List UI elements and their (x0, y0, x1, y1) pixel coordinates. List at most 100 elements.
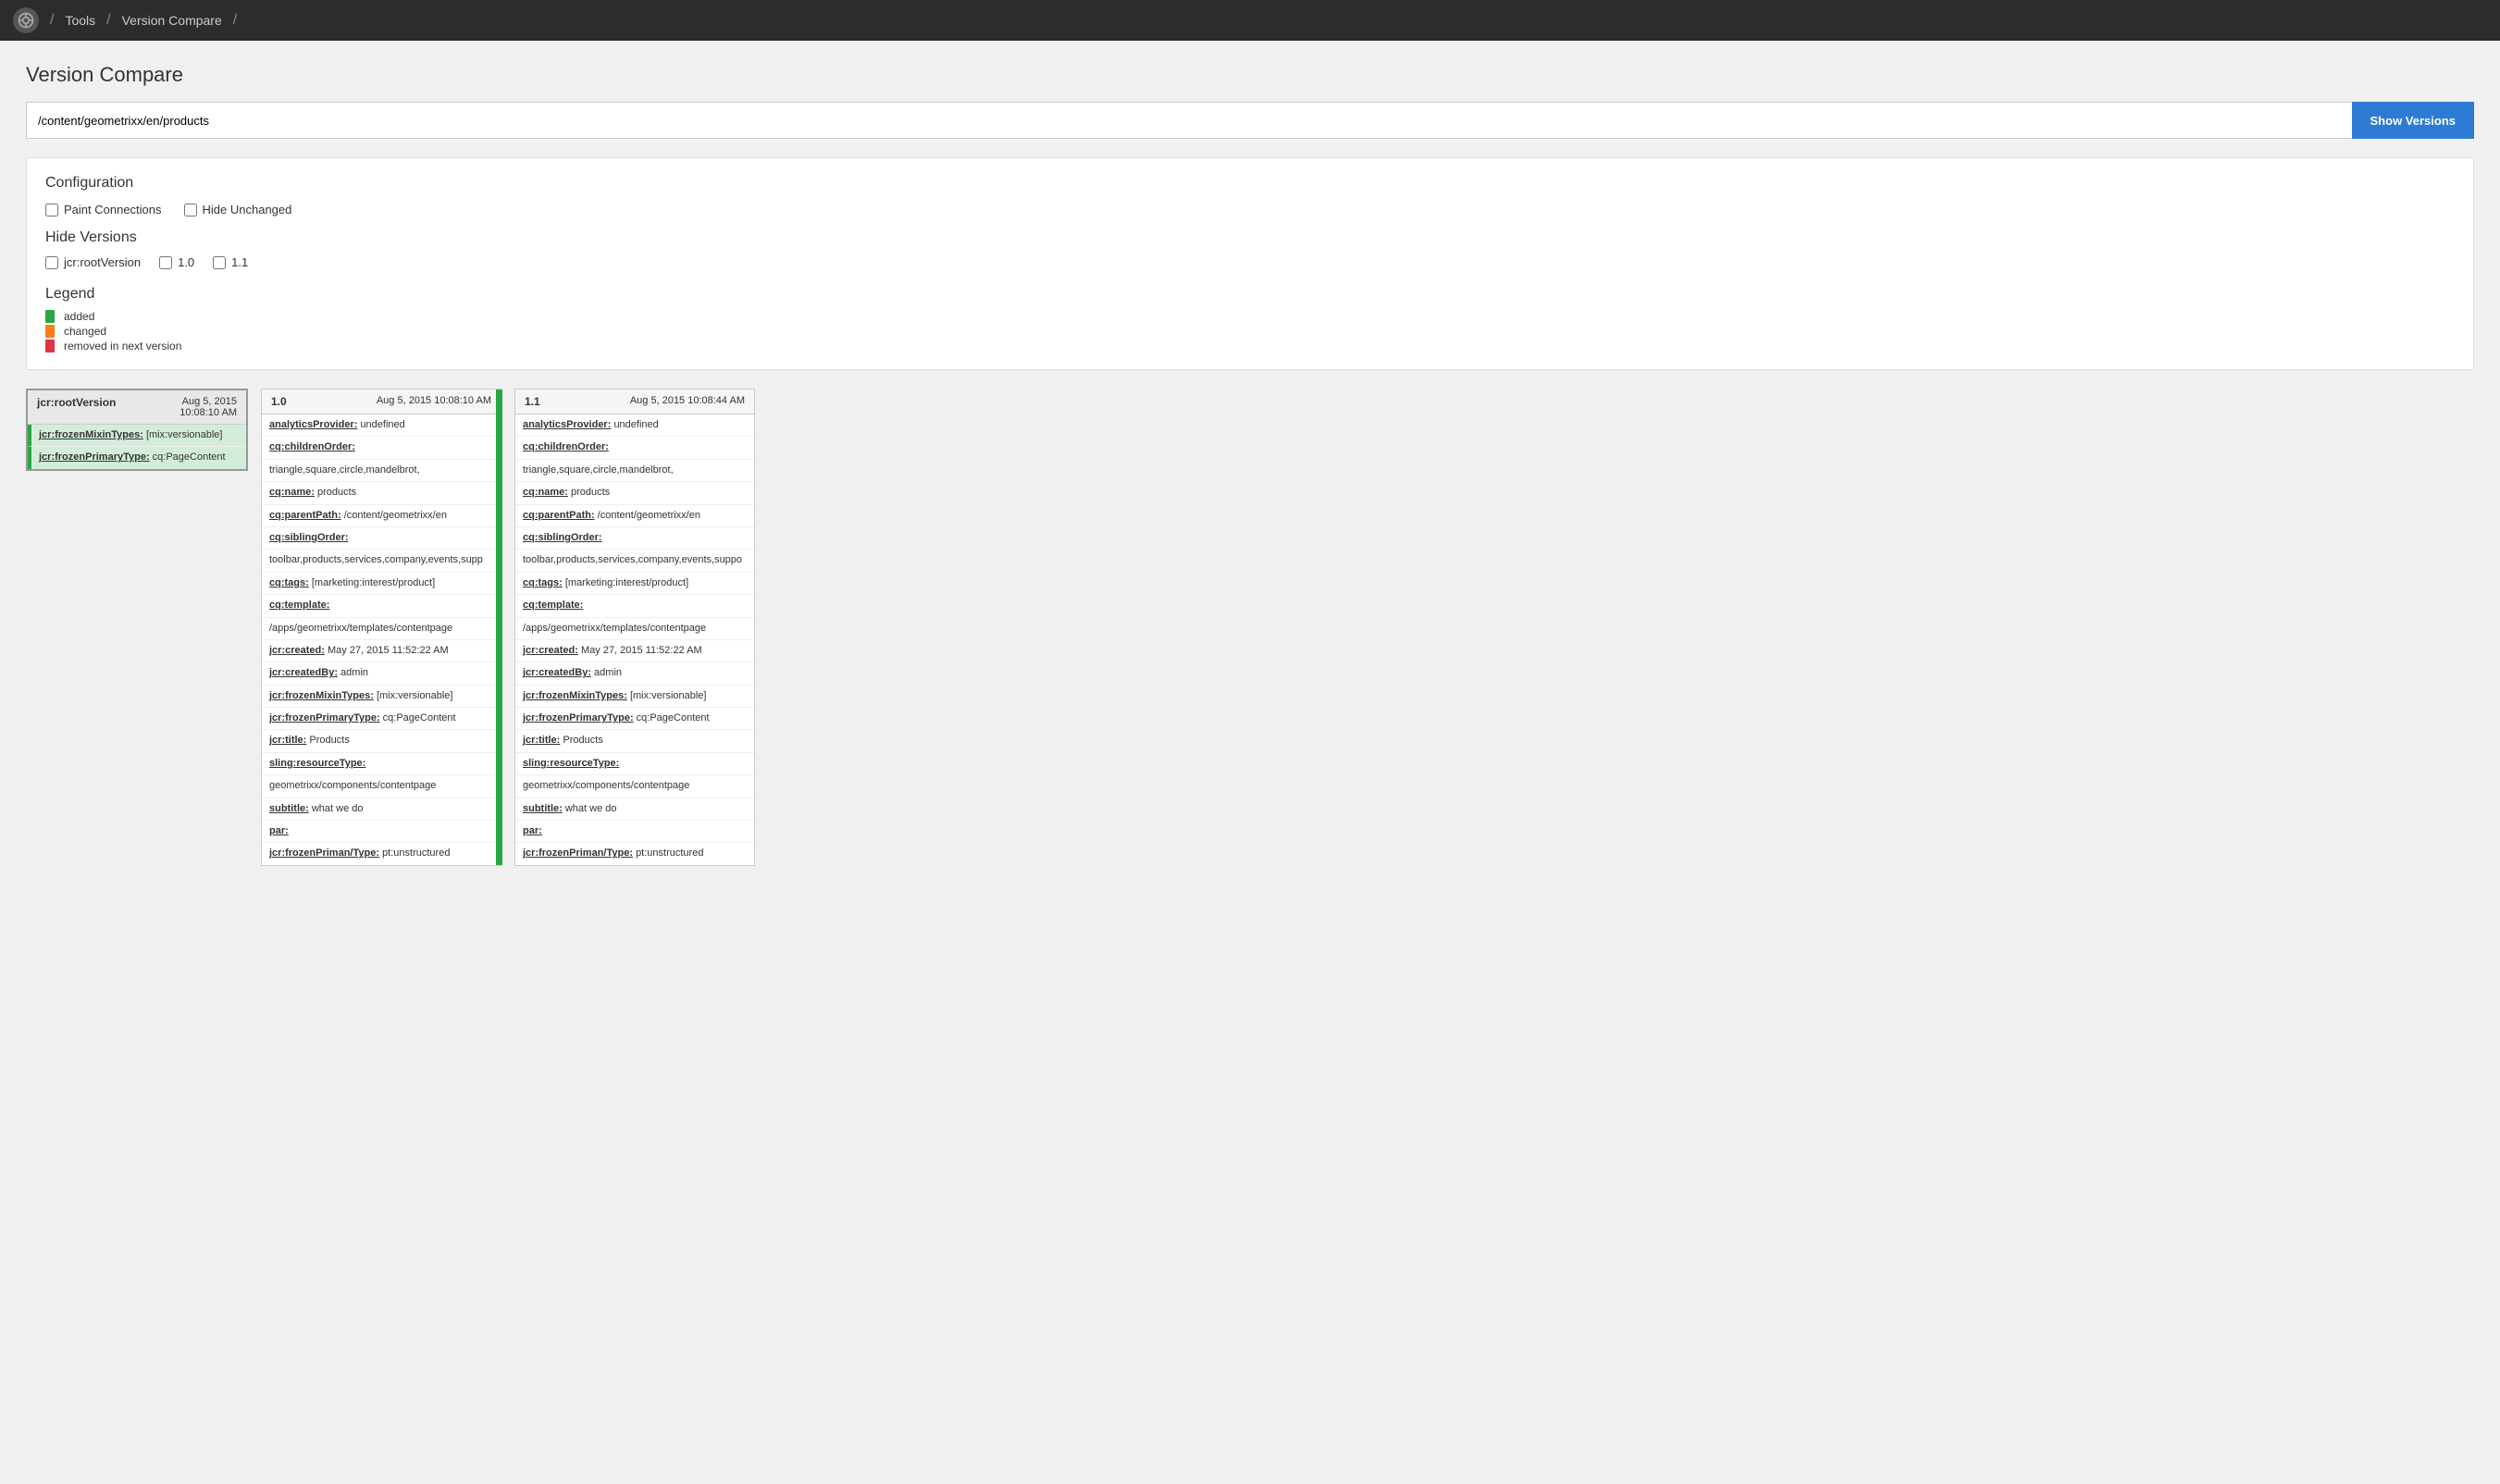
paint-connections-checkbox[interactable] (45, 204, 58, 216)
hide-versions-title: Hide Versions (45, 229, 2455, 246)
root-prop-key-2: jcr:frozenPrimaryType: (39, 451, 150, 463)
paint-connections-label[interactable]: Paint Connections (45, 203, 162, 216)
nav-tools-link[interactable]: Tools (65, 13, 95, 28)
root-card-header-date: Aug 5, 201510:08:10 AM (179, 396, 237, 418)
v11-row-tags: cq:tags: [marketing:interest/product] (515, 573, 754, 595)
root-prop-key-1: jcr:frozenMixinTypes: (39, 429, 143, 440)
show-versions-button[interactable]: Show Versions (2352, 102, 2474, 139)
v10-row-template-val: /apps/geometrixx/templates/contentpage (262, 618, 501, 640)
app-logo[interactable] (13, 7, 39, 33)
legend-removed-color (45, 340, 55, 352)
v11-row-analytics: analyticsProvider: undefined (515, 414, 754, 437)
v10-row-tags: cq:tags: [marketing:interest/product] (262, 573, 501, 595)
version-10-checkbox[interactable] (159, 256, 172, 269)
v10-row-siblingorder-val: toolbar,products,services,company,events… (262, 550, 501, 572)
cards-row: jcr:rootVersion Aug 5, 201510:08:10 AM j… (26, 389, 2474, 866)
legend-changed-label: changed (64, 325, 106, 338)
v11-row-subtitle: subtitle: what we do (515, 798, 754, 821)
hide-unchanged-checkbox[interactable] (184, 204, 197, 216)
version-11-card-body: analyticsProvider: undefined cq:children… (515, 414, 754, 865)
nav-page-link[interactable]: Version Compare (122, 13, 222, 28)
legend-title: Legend (45, 286, 2455, 303)
v10-row-frozen: jcr:frozenPriman/Type: pt:unstructured (262, 843, 501, 864)
config-checkboxes-row: Paint Connections Hide Unchanged (45, 203, 2455, 216)
version-11-checkbox[interactable] (213, 256, 226, 269)
root-prop-val-1: [mix:versionable] (146, 429, 223, 440)
page-title: Version Compare (26, 63, 2474, 87)
v10-row-primarytype: jcr:frozenPrimaryType: cq:PageContent (262, 708, 501, 730)
v10-row-resourcetype: sling:resourceType: (262, 753, 501, 775)
main-content: Version Compare Show Versions Configurat… (0, 41, 2500, 888)
nav-sep-3: / (233, 12, 237, 29)
root-card-header: jcr:rootVersion Aug 5, 201510:08:10 AM (28, 390, 246, 425)
v10-row-siblingorder: cq:siblingOrder: (262, 527, 501, 550)
v11-row-parentpath: cq:parentPath: /content/geometrixx/en (515, 505, 754, 527)
version-jcr-text: jcr:rootVersion (64, 255, 141, 269)
v11-row-template: cq:template: (515, 595, 754, 617)
version-11-text: 1.1 (231, 255, 248, 269)
root-card-header-label: jcr:rootVersion (37, 396, 116, 409)
v11-row-template-val: /apps/geometrixx/templates/contentpage (515, 618, 754, 640)
hide-unchanged-text: Hide Unchanged (203, 203, 292, 216)
v11-row-siblingorder: cq:siblingOrder: (515, 527, 754, 550)
v10-row-parentpath: cq:parentPath: /content/geometrixx/en (262, 505, 501, 527)
path-input[interactable] (26, 102, 2352, 139)
versions-checkboxes-row: jcr:rootVersion 1.0 1.1 (45, 255, 2455, 269)
version-11-label-header: 1.1 (525, 395, 540, 408)
v11-row-title: jcr:title: Products (515, 730, 754, 752)
version-10-date: Aug 5, 2015 10:08:10 AM (377, 395, 491, 406)
legend-removed-label: removed in next version (64, 340, 181, 352)
v10-row-created: jcr:created: May 27, 2015 11:52:22 AM (262, 640, 501, 662)
legend-changed: changed (45, 325, 2455, 338)
v11-row-created: jcr:created: May 27, 2015 11:52:22 AM (515, 640, 754, 662)
nav-sep-2: / (106, 12, 110, 29)
version-10-card: 1.0 Aug 5, 2015 10:08:10 AM analyticsPro… (261, 389, 501, 866)
hide-unchanged-label[interactable]: Hide Unchanged (184, 203, 292, 216)
v10-row-analytics: analyticsProvider: undefined (262, 414, 501, 437)
v11-row-siblingorder-val: toolbar,products,services,company,events… (515, 550, 754, 572)
v11-row-frozen: jcr:frozenPriman/Type: pt:unstructured (515, 843, 754, 864)
v10-row-childrenorder: cq:childrenOrder: (262, 437, 501, 459)
version-10-card-body: analyticsProvider: undefined cq:children… (262, 414, 501, 865)
v10-row-title: jcr:title: Products (262, 730, 501, 752)
version-11-date: Aug 5, 2015 10:08:44 AM (630, 395, 745, 406)
v10-row-mixintypes: jcr:frozenMixinTypes: [mix:versionable] (262, 686, 501, 708)
version-10-card-header: 1.0 Aug 5, 2015 10:08:10 AM (262, 390, 501, 414)
version-10-text: 1.0 (178, 255, 194, 269)
v10-row-template: cq:template: (262, 595, 501, 617)
v11-row-mixintypes: jcr:frozenMixinTypes: [mix:versionable] (515, 686, 754, 708)
root-row-2: jcr:frozenPrimaryType: cq:PageContent (28, 447, 246, 468)
version-11-card-header: 1.1 Aug 5, 2015 10:08:44 AM (515, 390, 754, 414)
v10-row-childrenorder-val: triangle,square,circle,mandelbrot, (262, 460, 501, 482)
paint-connections-text: Paint Connections (64, 203, 162, 216)
search-bar: Show Versions (26, 102, 2474, 139)
topnav: / Tools / Version Compare / (0, 0, 2500, 41)
version-jcr-label[interactable]: jcr:rootVersion (45, 255, 141, 269)
green-right-border (496, 390, 501, 865)
v11-row-childrenorder: cq:childrenOrder: (515, 437, 754, 459)
version-11-card: 1.1 Aug 5, 2015 10:08:44 AM analyticsPro… (514, 389, 755, 866)
config-title: Configuration (45, 175, 2455, 192)
config-panel: Configuration Paint Connections Hide Unc… (26, 157, 2474, 370)
root-version-card: jcr:rootVersion Aug 5, 201510:08:10 AM j… (26, 389, 248, 471)
v10-row-name: cq:name: products (262, 482, 501, 504)
v11-row-par: par: (515, 821, 754, 843)
nav-sep-1: / (50, 12, 54, 29)
v10-row-createdby: jcr:createdBy: admin (262, 662, 501, 685)
version-10-label-header: 1.0 (271, 395, 287, 408)
root-card-body: jcr:frozenMixinTypes: [mix:versionable] … (28, 425, 246, 469)
version-11-label[interactable]: 1.1 (213, 255, 248, 269)
v11-row-name: cq:name: products (515, 482, 754, 504)
version-10-label[interactable]: 1.0 (159, 255, 194, 269)
legend-removed: removed in next version (45, 340, 2455, 352)
v10-row-subtitle: subtitle: what we do (262, 798, 501, 821)
v11-row-resourcetype-val: geometrixx/components/contentpage (515, 775, 754, 798)
root-prop-val-2: cq:PageContent (153, 451, 226, 463)
legend-items: added changed removed in next version (45, 310, 2455, 352)
v11-row-primarytype: jcr:frozenPrimaryType: cq:PageContent (515, 708, 754, 730)
legend-added-color (45, 310, 55, 323)
legend-changed-color (45, 325, 55, 338)
legend-added-label: added (64, 310, 94, 323)
version-jcr-checkbox[interactable] (45, 256, 58, 269)
v11-row-createdby: jcr:createdBy: admin (515, 662, 754, 685)
